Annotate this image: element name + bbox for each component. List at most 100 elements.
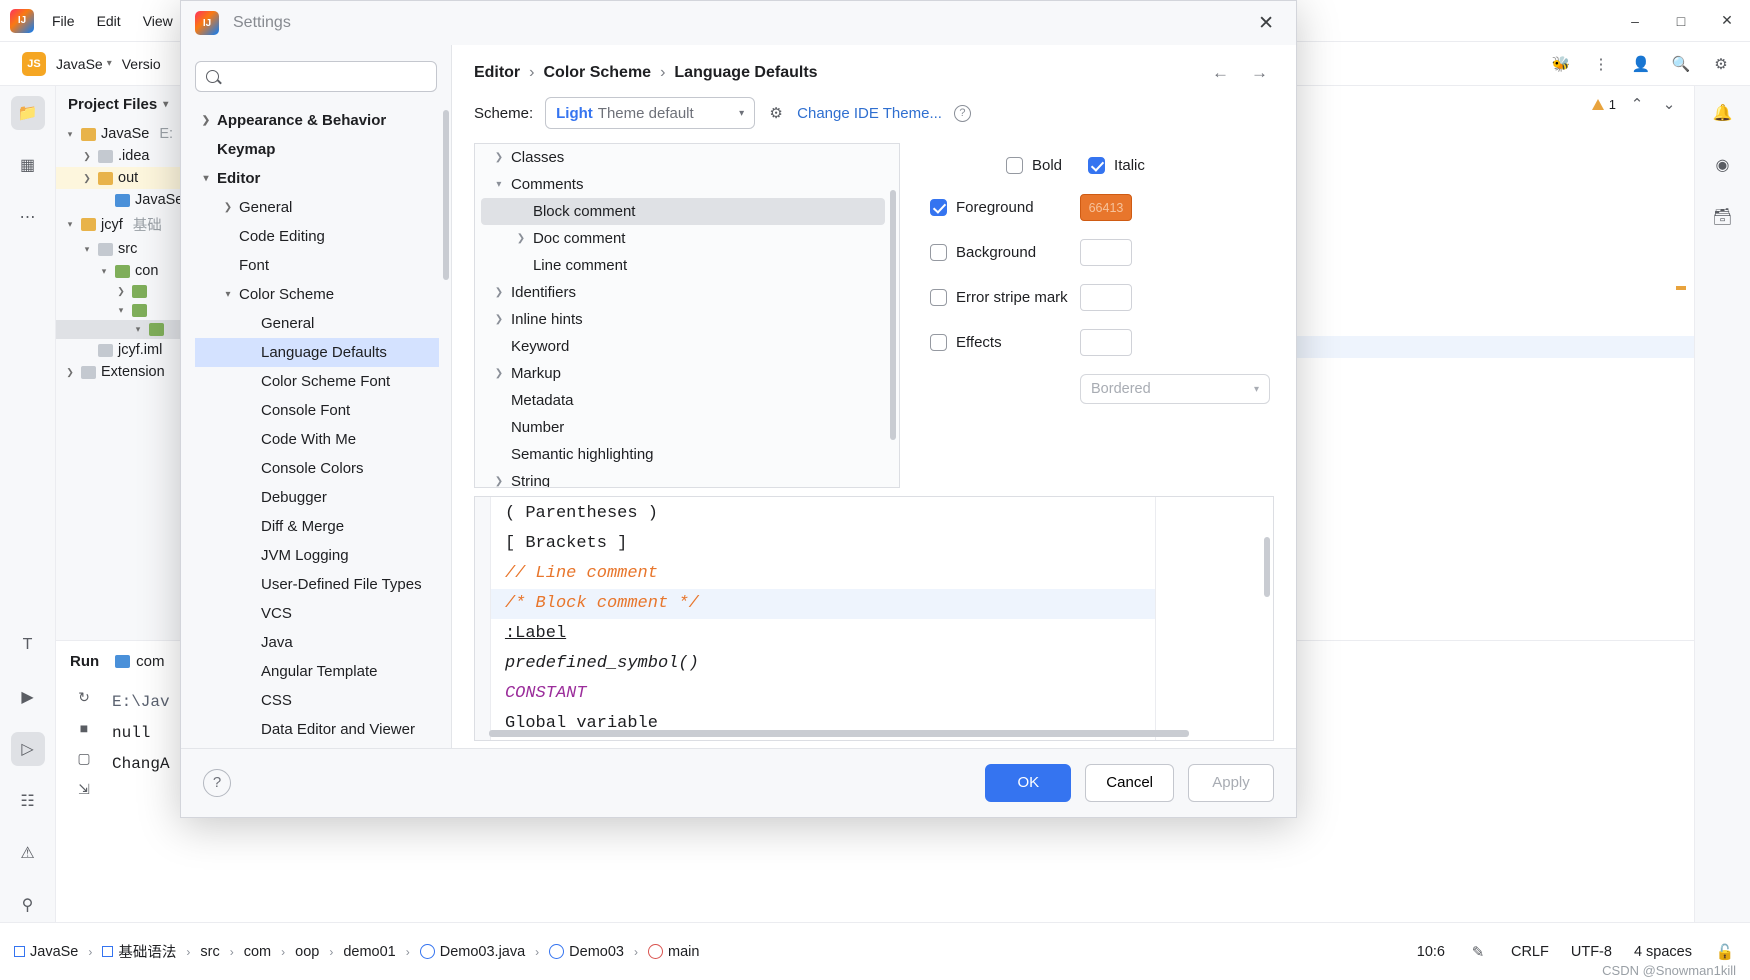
chevron-down-icon[interactable]: ▾ [195, 173, 217, 184]
status-breadcrumb-item[interactable]: oop [295, 944, 319, 960]
chevron-right-icon[interactable]: ❯ [487, 368, 511, 379]
chevron-down-icon[interactable]: ▾ [64, 129, 76, 140]
color-category-item[interactable]: Semantic highlighting [475, 441, 899, 468]
rail-notifications-icon[interactable]: 🔔 [1706, 96, 1740, 130]
color-category-item[interactable]: Metadata [475, 387, 899, 414]
foreground-checkbox-row[interactable]: Foreground [930, 199, 1080, 217]
chevron-right-icon[interactable]: ❯ [509, 233, 533, 244]
chevron-down-icon[interactable]: ▾ [217, 289, 239, 300]
settings-tree-item[interactable]: Debugger [195, 483, 439, 512]
settings-tree-item[interactable]: Color Scheme Font [195, 367, 439, 396]
minimize-button[interactable]: – [1612, 0, 1658, 42]
effects-color-swatch[interactable] [1080, 329, 1132, 357]
settings-tree-item[interactable]: Java [195, 628, 439, 657]
camera-icon[interactable]: ▢ [77, 750, 90, 767]
scheme-gear-icon[interactable]: ⚙ [767, 104, 785, 122]
settings-tree-item[interactable]: ❯ General [195, 193, 439, 222]
effects-checkbox[interactable] [930, 334, 947, 352]
project-selector[interactable]: JavaSe ▾ [56, 56, 112, 72]
scheme-select[interactable]: Light Theme default ▾ [545, 97, 756, 130]
settings-tree-item[interactable]: Keymap [195, 135, 439, 164]
chevron-down-icon[interactable]: ▾ [98, 266, 110, 277]
ok-button[interactable]: OK [985, 763, 1072, 802]
add-user-icon[interactable]: 👤 [1630, 53, 1652, 75]
settings-tree-item[interactable]: ❯ Appearance & Behavior [195, 106, 439, 135]
settings-tree-item[interactable]: Code With Me [195, 425, 439, 454]
chevron-down-icon[interactable]: ▾ [132, 324, 144, 335]
close-icon[interactable]: ✕ [1250, 8, 1282, 39]
error-stripe-color-swatch[interactable] [1080, 284, 1132, 312]
background-checkbox-row[interactable]: Background [930, 244, 1080, 262]
settings-tree-item[interactable]: Console Colors [195, 454, 439, 483]
italic-checkbox[interactable] [1088, 157, 1106, 175]
file-encoding[interactable]: UTF-8 [1571, 944, 1612, 960]
chevron-right-icon[interactable]: ❯ [195, 115, 217, 126]
settings-tree-item[interactable]: JVM Logging [195, 541, 439, 570]
status-breadcrumb-item[interactable]: Demo03 [549, 944, 624, 960]
rail-run-active-icon[interactable]: ▷ [10, 732, 45, 766]
settings-tree-item[interactable]: Data Editor and Viewer [195, 715, 439, 744]
color-category-item[interactable]: Number [475, 414, 899, 441]
apply-button[interactable]: Apply [1188, 763, 1274, 802]
version-selector[interactable]: Versio [122, 56, 161, 72]
chevron-right-icon[interactable]: ❯ [81, 173, 93, 184]
run-tab[interactable]: com [115, 653, 165, 670]
rail-problems-icon[interactable]: ⚠ [11, 836, 45, 870]
chevron-down-icon[interactable]: ▾ [81, 244, 93, 255]
settings-tree-item[interactable]: Console Font [195, 396, 439, 425]
chevron-right-icon[interactable]: ❯ [487, 152, 511, 163]
status-breadcrumb-item[interactable]: src [200, 944, 219, 960]
cancel-button[interactable]: Cancel [1085, 763, 1174, 802]
chevron-down-icon[interactable]: ▾ [115, 305, 127, 316]
settings-tree-item[interactable]: VCS [195, 599, 439, 628]
settings-tree-item[interactable]: CSS [195, 686, 439, 715]
settings-tree-item[interactable]: Diff & Merge [195, 512, 439, 541]
warning-count-chip[interactable]: 1 [1591, 97, 1616, 112]
rail-terminal-icon[interactable]: ☷ [11, 784, 45, 818]
rail-more-icon[interactable]: ⋯ [11, 200, 45, 234]
color-category-item[interactable]: ❯ Inline hints [475, 306, 899, 333]
close-window-button[interactable]: ✕ [1704, 0, 1750, 42]
chevron-right-icon[interactable]: ❯ [487, 314, 511, 325]
caret-position[interactable]: 10:6 [1417, 944, 1445, 960]
chevron-right-icon[interactable]: ❯ [487, 287, 511, 298]
rail-structure-icon[interactable]: ▦ [11, 148, 45, 182]
menu-view[interactable]: View [139, 10, 177, 32]
status-breadcrumb-item[interactable]: main [647, 944, 699, 960]
menu-file[interactable]: File [48, 10, 79, 32]
help-icon[interactable]: ? [203, 768, 231, 797]
breadcrumb-item[interactable]: Editor [474, 64, 520, 82]
settings-gear-icon[interactable]: ⚙ [1710, 53, 1732, 75]
chevron-down-icon[interactable]: ▾ [64, 219, 76, 230]
preview-vertical-scrollbar[interactable] [1264, 537, 1270, 598]
status-breadcrumb-item[interactable]: com [244, 944, 271, 960]
rail-ai-icon[interactable]: ◉ [1706, 148, 1740, 182]
color-category-item[interactable]: ❯ String [475, 468, 899, 487]
color-category-item[interactable]: Block comment [480, 198, 885, 226]
color-category-item[interactable]: ❯ Doc comment [475, 225, 899, 252]
status-breadcrumb-item[interactable]: demo01 [343, 944, 395, 960]
settings-search-box[interactable] [195, 61, 437, 93]
color-category-item[interactable]: Keyword [475, 333, 899, 360]
settings-tree-item[interactable]: General [195, 309, 439, 338]
settings-tree-item[interactable]: Font [195, 251, 439, 280]
rerun-icon[interactable]: ↻ [78, 689, 90, 706]
lock-icon[interactable]: 🔓 [1714, 941, 1736, 963]
chevron-right-icon[interactable]: ❯ [115, 286, 127, 297]
settings-tree-item[interactable]: ▾ Color Scheme [195, 280, 439, 309]
line-separator[interactable]: CRLF [1511, 944, 1549, 960]
breadcrumb-item[interactable]: Language Defaults [674, 64, 817, 82]
stop-icon[interactable]: ■ [80, 720, 88, 736]
preview-code[interactable]: ( Parentheses ) [ Brackets ] // Line comme… [490, 497, 1155, 740]
chevron-right-icon[interactable]: ❯ [217, 202, 239, 213]
background-checkbox[interactable] [930, 244, 947, 262]
breadcrumb-item[interactable]: Color Scheme [543, 64, 651, 82]
bold-checkbox[interactable] [1006, 157, 1023, 175]
preview-horizontal-scrollbar[interactable] [488, 730, 1189, 738]
error-stripe-checkbox-row[interactable]: Error stripe mark [930, 289, 1080, 307]
foreground-checkbox[interactable] [930, 199, 947, 217]
change-ide-theme-link[interactable]: Change IDE Theme... [797, 105, 942, 122]
menu-edit[interactable]: Edit [93, 10, 125, 32]
export-icon[interactable]: ⇲ [78, 781, 90, 798]
rail-database-icon[interactable]: 🗃 [1706, 200, 1740, 234]
